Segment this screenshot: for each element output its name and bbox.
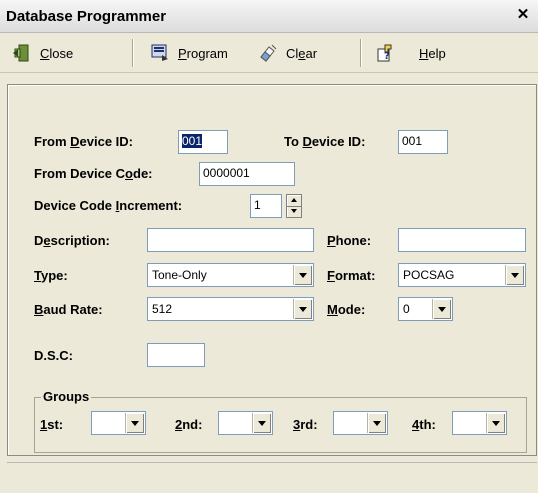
- window-title: Database Programmer: [6, 8, 167, 25]
- clear-label-pre: Cl: [286, 45, 299, 61]
- group2-label: 2nd:: [175, 417, 203, 432]
- chevron-down-icon[interactable]: [486, 413, 505, 433]
- from-device-code-input[interactable]: 0000001: [199, 162, 295, 186]
- group1-select[interactable]: [91, 411, 146, 435]
- toolbar-separator: [132, 39, 133, 67]
- help-label-ul: H: [419, 45, 429, 61]
- clear-button[interactable]: Clear: [258, 41, 317, 65]
- to-device-id-input[interactable]: 001: [398, 130, 448, 154]
- increment-spinner[interactable]: [286, 194, 302, 218]
- group3-select[interactable]: [333, 411, 388, 435]
- baud-rate-select-value: 512: [152, 302, 173, 316]
- description-label: Description:: [34, 233, 110, 248]
- from-device-id-input[interactable]: 001: [178, 130, 228, 154]
- format-select-value: POCSAG: [403, 268, 455, 282]
- from-device-code-label: From Device Code:: [34, 166, 153, 181]
- group1-label: 1st:: [40, 417, 64, 432]
- type-label: Type:: [34, 268, 68, 283]
- format-label: Format:: [327, 268, 376, 283]
- svg-text:?: ?: [384, 51, 390, 62]
- dsc-input[interactable]: [147, 343, 205, 367]
- title-bar: Database Programmer ✕: [0, 0, 538, 33]
- close-window-icon[interactable]: ✕: [514, 6, 532, 24]
- phone-label: Phone:: [327, 233, 372, 248]
- group4-label: 4th:: [412, 417, 436, 432]
- baud-rate-select[interactable]: 512: [147, 297, 314, 321]
- spinner-down-icon[interactable]: [287, 206, 301, 217]
- clear-label-post: ar: [305, 45, 318, 61]
- close-door-icon: [12, 43, 32, 63]
- phone-input[interactable]: [398, 228, 526, 252]
- toolbar: Close Program Clear ? Help: [0, 33, 538, 73]
- clear-label-ul: e: [298, 45, 306, 61]
- chevron-down-icon[interactable]: [293, 299, 312, 319]
- chevron-down-icon[interactable]: [125, 413, 144, 433]
- chevron-down-icon[interactable]: [293, 265, 312, 285]
- chevron-down-icon[interactable]: [432, 299, 451, 319]
- from-device-id-label: From Device ID:: [34, 134, 133, 149]
- status-bar: [7, 462, 537, 487]
- type-select[interactable]: Tone-Only: [147, 263, 314, 287]
- increment-input[interactable]: 1: [250, 194, 282, 218]
- close-button[interactable]: Close: [12, 41, 73, 65]
- chevron-down-icon[interactable]: [505, 265, 524, 285]
- toolbar-separator: [360, 39, 361, 67]
- chevron-down-icon[interactable]: [367, 413, 386, 433]
- format-select[interactable]: POCSAG: [398, 263, 526, 287]
- program-label-post: rogram: [186, 45, 228, 61]
- description-input[interactable]: [147, 228, 314, 252]
- to-device-id-label: To Device ID:: [284, 134, 366, 149]
- mode-label: Mode:: [327, 302, 366, 317]
- group4-select[interactable]: [452, 411, 507, 435]
- dsc-label: D.S.C:: [34, 348, 73, 363]
- group2-select[interactable]: [218, 411, 273, 435]
- program-label-ul: P: [178, 45, 187, 61]
- close-label-post: lose: [49, 45, 74, 61]
- type-select-value: Tone-Only: [152, 268, 207, 282]
- mode-select-value: 0: [403, 302, 410, 316]
- program-button[interactable]: Program: [150, 41, 228, 65]
- mode-select[interactable]: 0: [398, 297, 453, 321]
- baud-rate-label: Baud Rate:: [34, 302, 103, 317]
- close-label-ul: C: [40, 45, 50, 61]
- group3-label: 3rd:: [293, 417, 318, 432]
- eraser-icon: [258, 43, 278, 63]
- help-label-post: elp: [428, 45, 446, 61]
- groups-title: Groups: [41, 389, 92, 404]
- program-device-icon: [150, 43, 170, 63]
- increment-label: Device Code Increment:: [34, 198, 183, 213]
- help-icon: ?: [375, 43, 395, 63]
- chevron-down-icon[interactable]: [252, 413, 271, 433]
- help-button[interactable]: ? Help: [375, 41, 446, 65]
